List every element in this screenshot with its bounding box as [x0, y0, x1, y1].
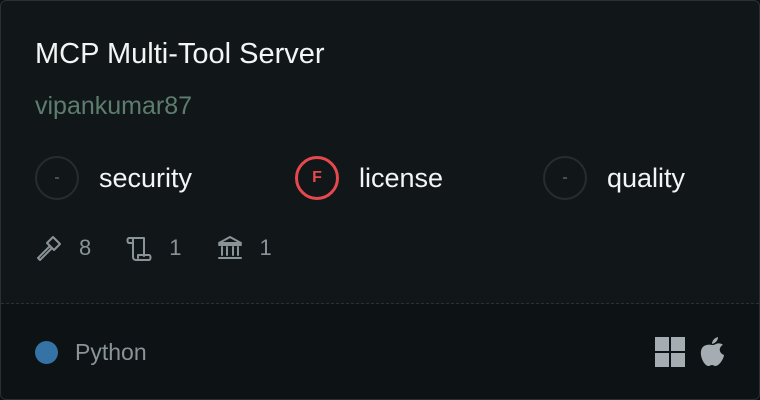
apple-icon	[699, 337, 725, 367]
language-color-dot	[35, 341, 58, 364]
license-score: F license	[295, 154, 443, 202]
server-author[interactable]: vipankumar87	[35, 89, 192, 123]
tools-count-value: 8	[79, 235, 92, 260]
security-label: security	[99, 162, 193, 193]
prompts-count: 1	[125, 234, 182, 262]
windows-icon	[655, 337, 685, 367]
security-grade-badge: -	[35, 156, 79, 200]
server-title[interactable]: MCP Multi-Tool Server	[35, 35, 325, 73]
server-card[interactable]: MCP Multi-Tool Server vipankumar87 - sec…	[0, 0, 760, 400]
bank-icon	[216, 234, 244, 262]
scroll-icon	[125, 234, 153, 262]
resources-count-value: 1	[259, 235, 272, 260]
quality-label: quality	[607, 162, 686, 193]
quality-score: - quality	[543, 154, 685, 202]
tools-count: 8	[35, 234, 91, 262]
prompts-count-value: 1	[169, 235, 182, 260]
hammer-icon	[35, 234, 63, 262]
language-label: Python	[75, 339, 147, 365]
quality-grade-badge: -	[543, 156, 587, 200]
stats-row: 8 1 1	[35, 231, 306, 265]
card-footer: Python	[1, 304, 759, 399]
resources-count: 1	[216, 234, 272, 262]
license-grade-badge: F	[295, 156, 339, 200]
platform-icons	[655, 337, 725, 367]
license-label: license	[359, 162, 444, 193]
security-score: - security	[35, 154, 192, 202]
